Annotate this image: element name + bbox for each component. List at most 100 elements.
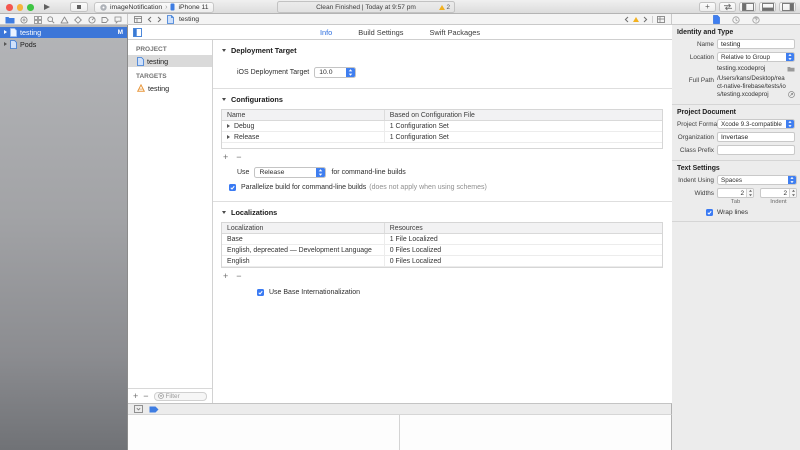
localization-resources: 0 Files Localized (385, 247, 662, 254)
disclosure-triangle-icon[interactable] (227, 124, 230, 128)
command-line-config-popup[interactable]: Release (254, 167, 326, 178)
wrap-lines-checkbox[interactable] (706, 209, 713, 216)
stop-button[interactable] (70, 2, 88, 12)
disclosure-triangle-icon[interactable] (4, 42, 7, 46)
warning-badge[interactable]: 2 (439, 4, 450, 11)
widths-row: 2 Tab 2 Indent (717, 188, 797, 205)
command-line-builds-row: Use Release for command-line builds (213, 162, 672, 178)
issue-navigator-icon[interactable] (60, 16, 69, 24)
back-button[interactable] (147, 16, 152, 23)
reveal-arrow-icon[interactable] (788, 91, 795, 98)
filter-input[interactable]: Filter (154, 392, 207, 401)
project-document-title: Project Document (672, 105, 800, 119)
organization-field[interactable]: Invertase (717, 132, 795, 142)
file-inspector-icon[interactable] (713, 15, 720, 24)
toggle-inspector-button[interactable] (779, 2, 796, 12)
section-disclosure-icon[interactable] (222, 211, 226, 214)
breakpoints-toggle-icon[interactable] (149, 406, 159, 413)
remove-target-button[interactable]: − (143, 392, 148, 401)
navigator-item-testing[interactable]: testing M (0, 27, 127, 38)
indent-using-popup[interactable]: Spaces (717, 175, 797, 185)
zoom-window-button[interactable] (27, 4, 34, 11)
xcode-window: imageNotification › iPhone 11 Clean Fini… (0, 0, 800, 450)
variables-view[interactable] (128, 415, 400, 450)
scheme-icon (100, 4, 107, 11)
iphone-icon (170, 3, 175, 11)
add-configuration-button[interactable]: + (223, 153, 228, 162)
section-disclosure-icon[interactable] (222, 49, 226, 52)
editor-options-icon[interactable] (657, 16, 665, 23)
breakpoint-navigator-icon[interactable] (101, 16, 109, 24)
table-row[interactable]: Debug 1 Configuration Set (222, 121, 662, 132)
name-field[interactable]: testing (717, 39, 795, 49)
next-issue-button[interactable] (643, 16, 648, 23)
indent-caption: Indent (770, 199, 786, 205)
test-navigator-icon[interactable] (74, 16, 82, 24)
activity-viewer[interactable]: Clean Finished | Today at 9:57 pm 2 (277, 1, 455, 13)
symbol-navigator-icon[interactable] (34, 16, 42, 24)
project-format-popup[interactable]: Xcode 9.3-compatible (717, 119, 795, 129)
forward-button[interactable] (157, 16, 162, 23)
parallelize-checkbox[interactable] (229, 184, 236, 191)
run-button[interactable] (44, 4, 50, 10)
navigator-item-pods[interactable]: Pods (0, 39, 127, 50)
wrap-lines-label: Wrap lines (717, 209, 748, 216)
configurations-add-remove: + − (213, 149, 672, 162)
table-row[interactable]: Base 1 File Localized (222, 234, 662, 245)
localization-name: English, deprecated — Development Langua… (222, 245, 385, 255)
close-window-button[interactable] (6, 4, 13, 11)
sidebar-filter-bar: + − Filter (128, 388, 212, 403)
minimize-window-button[interactable] (17, 4, 24, 11)
stepper-arrows-icon[interactable] (746, 189, 753, 197)
tab-info[interactable]: Info (320, 28, 332, 37)
source-control-navigator-icon[interactable] (20, 16, 28, 24)
modified-badge: M (118, 29, 123, 36)
tab-swift-packages[interactable]: Swift Packages (430, 28, 481, 37)
disclosure-triangle-icon[interactable] (4, 30, 7, 34)
console-view[interactable] (400, 415, 672, 450)
config-name: Debug (234, 123, 254, 130)
popup-value: Release (255, 168, 288, 177)
related-items-icon[interactable] (134, 16, 142, 23)
table-row[interactable]: English 0 Files Localized (222, 256, 662, 267)
navigator-tab-strip (0, 14, 128, 25)
project-navigator-icon[interactable] (5, 16, 15, 24)
add-localization-button[interactable]: + (223, 272, 228, 281)
toggle-debug-button[interactable] (759, 2, 776, 12)
folder-icon[interactable] (787, 66, 795, 72)
find-navigator-icon[interactable] (47, 16, 55, 24)
stepper-arrows-icon[interactable] (789, 189, 796, 197)
column-based-on: Based on Configuration File (385, 112, 662, 119)
history-inspector-icon[interactable] (732, 16, 740, 24)
location-popup[interactable]: Relative to Group (717, 52, 795, 62)
report-navigator-icon[interactable] (114, 16, 122, 24)
debug-navigator-icon[interactable] (88, 16, 96, 24)
class-prefix-field[interactable] (717, 145, 795, 155)
indent-width-stepper[interactable]: 2 (760, 188, 797, 198)
tab-width-stepper[interactable]: 2 (717, 188, 754, 198)
table-row[interactable]: English, deprecated — Development Langua… (222, 245, 662, 256)
jumpbar-file-name[interactable]: testing (179, 16, 199, 23)
ios-deployment-popup[interactable]: 10.0 (314, 67, 356, 78)
add-target-button[interactable]: + (133, 392, 138, 401)
sidebar-item-project-testing[interactable]: testing (128, 55, 212, 67)
ios-deployment-row: iOS Deployment Target 10.0 (213, 60, 672, 88)
quick-help-inspector-icon[interactable] (752, 16, 760, 24)
base-internationalization-checkbox[interactable] (257, 289, 264, 296)
sidebar-item-target-testing[interactable]: testing (128, 82, 212, 94)
toggle-navigator-button[interactable] (739, 2, 756, 12)
section-disclosure-icon[interactable] (222, 98, 226, 101)
disclosure-triangle-icon[interactable] (227, 135, 230, 139)
editor-arrows-button[interactable] (719, 2, 736, 12)
library-button[interactable]: + (699, 2, 716, 12)
warning-count: 2 (446, 4, 450, 11)
tab-build-settings[interactable]: Build Settings (358, 28, 403, 37)
previous-issue-button[interactable] (624, 16, 629, 23)
plus-icon: + (705, 3, 710, 11)
file-icon (167, 15, 174, 24)
remove-localization-button[interactable]: − (236, 272, 241, 281)
scheme-selector[interactable]: imageNotification › iPhone 11 (94, 2, 214, 13)
table-row[interactable]: Release 1 Configuration Set (222, 132, 662, 143)
remove-configuration-button[interactable]: − (236, 153, 241, 162)
debug-view-toggle-icon[interactable] (134, 405, 143, 413)
